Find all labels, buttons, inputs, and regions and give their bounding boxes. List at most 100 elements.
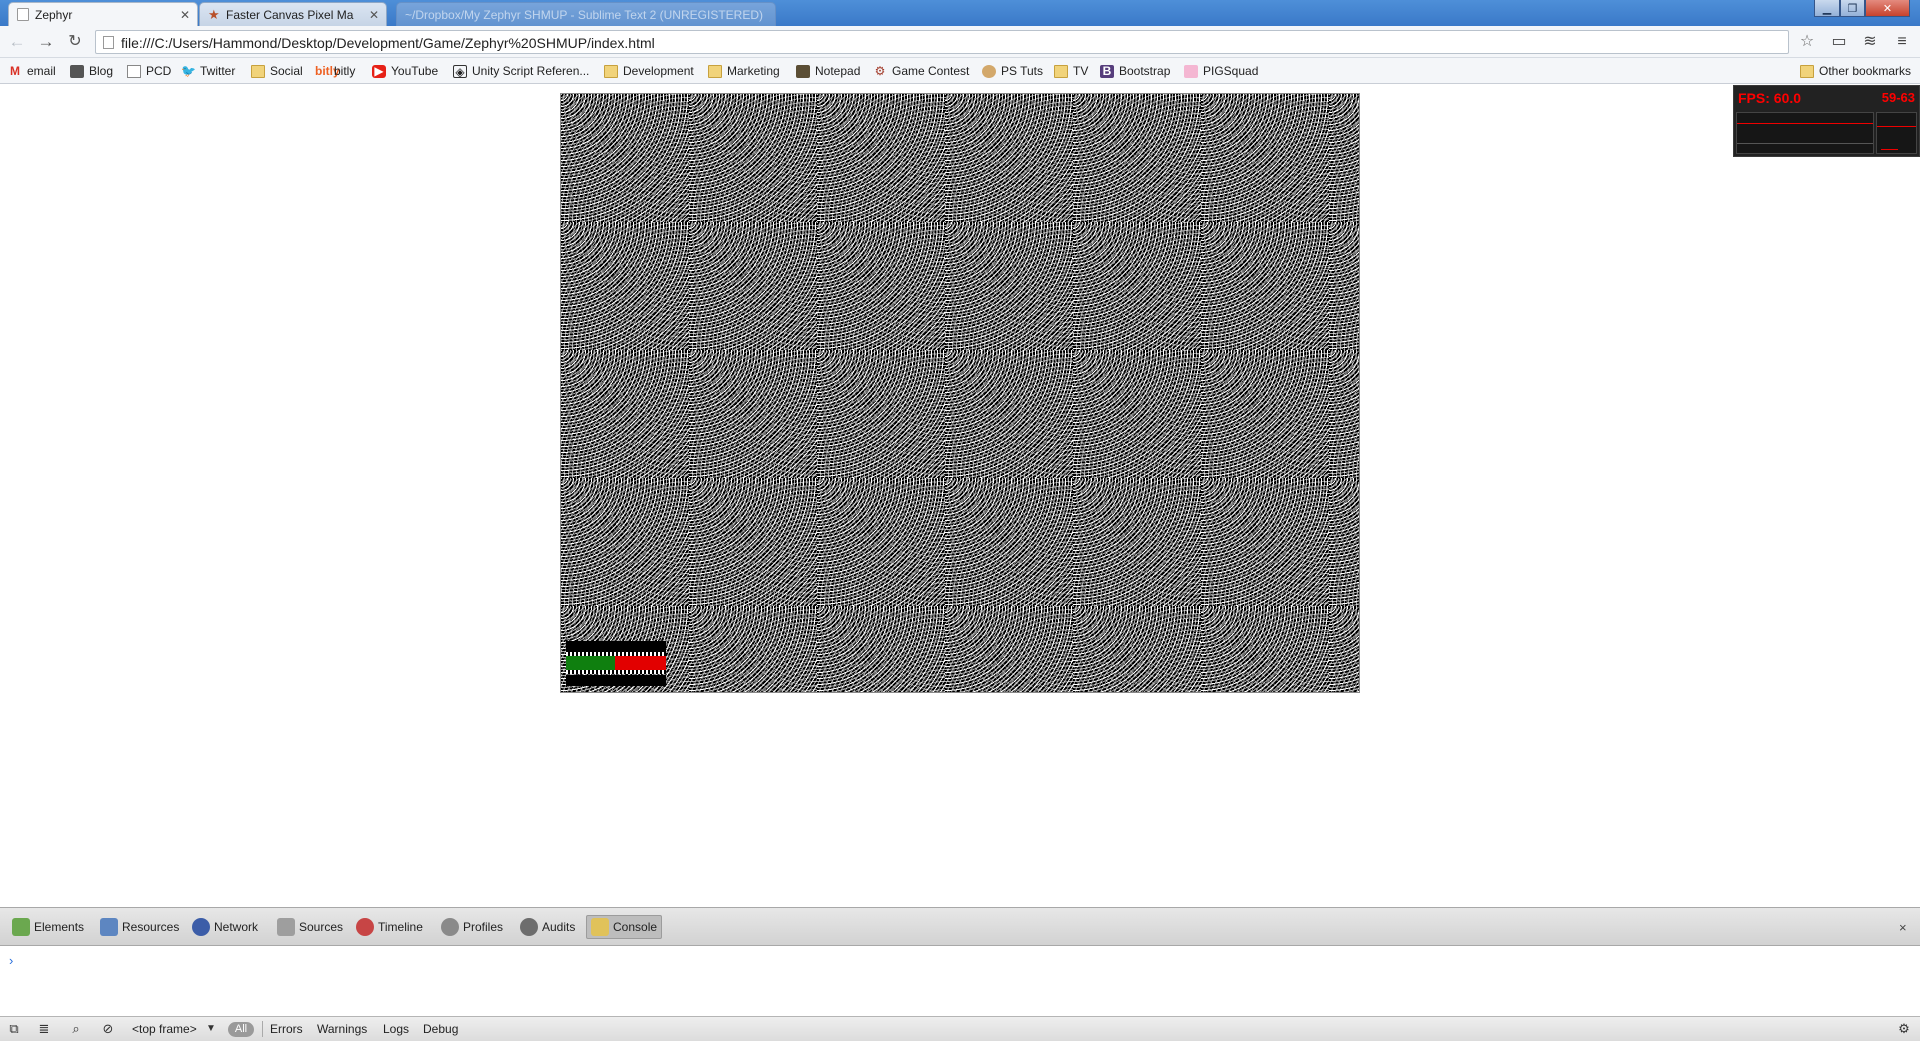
console-prompt[interactable]: › (9, 953, 13, 968)
settings-gear-icon[interactable]: ⚙ (1896, 1021, 1912, 1037)
folder-icon (251, 64, 265, 78)
notepad-icon (796, 64, 810, 78)
fps-line (1877, 126, 1916, 127)
background-tile (1329, 606, 1359, 692)
game-canvas[interactable] (560, 93, 1360, 693)
filter-errors-button[interactable]: Errors (270, 1022, 303, 1036)
window-close-button[interactable]: ✕ (1865, 0, 1910, 17)
devtools-tab-network[interactable]: Network (188, 915, 262, 939)
bookmark-youtube[interactable]: ▶ YouTube (372, 63, 438, 79)
dock-icon[interactable]: ⧉ (6, 1021, 22, 1037)
devtools-tab-timeline[interactable]: Timeline (352, 915, 427, 939)
bookmark-ps-tuts[interactable]: PS Tuts (982, 63, 1043, 79)
bookmark-pigsquad[interactable]: PIGSquad (1184, 63, 1258, 79)
bookmark-social[interactable]: Social (251, 63, 303, 79)
bookmark-game-contest[interactable]: ⚙ Game Contest (873, 63, 970, 79)
filter-all-button[interactable]: All (228, 1022, 254, 1037)
devtools-close-icon[interactable]: × (1899, 920, 1907, 935)
devtools-tab-sources[interactable]: Sources (273, 915, 347, 939)
bookmark-label: Blog (89, 64, 114, 78)
bookmark-other-bookmarks[interactable]: Other bookmarks (1800, 63, 1911, 79)
devtools-statusbar: ⧉ ≣ ⌕ ⊘ <top frame> ▼ All Errors Warning… (0, 1016, 1920, 1041)
forward-button[interactable]: → (36, 32, 56, 52)
devtools-tab-label: Resources (122, 920, 180, 934)
bookmark-label: Unity Script Referen... (472, 64, 590, 78)
bookmark-label: Twitter (200, 64, 236, 78)
show-drawer-icon[interactable]: ≣ (36, 1021, 52, 1037)
bookmark-label: bitly (334, 64, 356, 78)
unity-icon: ◈ (453, 64, 467, 78)
maximize-button[interactable]: ❐ (1840, 0, 1865, 17)
bookmark-unity[interactable]: ◈ Unity Script Referen... (453, 63, 589, 79)
bookmark-pcd[interactable]: PCD (127, 63, 171, 79)
bookmark-notepad[interactable]: Notepad (796, 63, 860, 79)
health-bar (566, 641, 666, 687)
url-text[interactable]: file:///C:/Users/Hammond/Desktop/Develop… (121, 35, 655, 51)
audits-icon (520, 918, 538, 936)
background-tile (945, 478, 1073, 606)
bookmark-development[interactable]: Development (604, 63, 694, 79)
devtools-tab-label: Profiles (463, 920, 504, 934)
resources-icon (100, 918, 118, 936)
bookmark-label: email (27, 64, 56, 78)
clear-console-icon[interactable]: ⊘ (100, 1021, 116, 1037)
devtools-tab-elements[interactable]: Elements (8, 915, 88, 939)
bookmark-label: Bootstrap (1119, 64, 1171, 78)
menu-icon[interactable]: ≡ (1893, 33, 1911, 51)
folder-icon (1054, 64, 1068, 78)
bookmark-twitter[interactable]: 🐦 Twitter (181, 63, 235, 79)
devtools-tab-console[interactable]: Console (586, 915, 663, 939)
filter-warnings-button[interactable]: Warnings (317, 1022, 367, 1036)
bookmark-label: YouTube (391, 64, 439, 78)
frame-select[interactable]: <top frame> (132, 1022, 197, 1036)
devtools-tab-label: Network (214, 920, 259, 934)
background-tile (1201, 222, 1329, 350)
bookmark-label: TV (1073, 64, 1089, 78)
gear-icon: ⚙ (874, 63, 886, 78)
hud-bar-bottom (566, 675, 666, 686)
tab-zephyr[interactable]: Zephyr ✕ (8, 2, 198, 26)
bookmark-label: PIGSquad (1203, 64, 1259, 78)
back-button[interactable]: ← (7, 32, 27, 52)
bookmark-bitly[interactable]: bitly bitly (315, 63, 355, 79)
bookmark-marketing[interactable]: Marketing (708, 63, 780, 79)
tab-faster-canvas[interactable]: ★ Faster Canvas Pixel Ma ✕ (199, 2, 387, 26)
background-tile (1201, 94, 1329, 222)
bookmark-blog[interactable]: Blog (70, 63, 113, 79)
layers-icon[interactable]: ≋ (1861, 33, 1879, 51)
close-icon[interactable]: ✕ (179, 9, 191, 21)
bookmark-label: Game Contest (892, 64, 970, 78)
divider (262, 1021, 263, 1037)
devtools-tab-profiles[interactable]: Profiles (437, 915, 507, 939)
background-tile (1073, 94, 1201, 222)
devtools-tab-resources[interactable]: Resources (96, 915, 183, 939)
minimize-button[interactable]: ▁ (1814, 0, 1840, 17)
reload-button[interactable]: ↻ (65, 32, 85, 52)
tab-sublime-text[interactable]: ~/Dropbox/My Zephyr SHMUP - Sublime Text… (396, 2, 776, 26)
filter-debug-button[interactable]: Debug (423, 1022, 458, 1036)
fps-meter: FPS: 60.0 59-63 (1733, 85, 1920, 157)
address-bar[interactable]: file:///C:/Users/Hammond/Desktop/Develop… (95, 30, 1789, 54)
background-tile (817, 222, 945, 350)
bookmark-label: Other bookmarks (1819, 64, 1912, 78)
bookmark-bootstrap[interactable]: B Bootstrap (1100, 63, 1170, 79)
bookmark-email[interactable]: Memail (8, 63, 56, 79)
console-output[interactable]: › (0, 946, 1920, 1016)
bookmark-star-icon[interactable]: ☆ (1798, 33, 1816, 51)
devtools-tab-label: Sources (299, 920, 344, 934)
gmail-icon: M (10, 63, 20, 78)
chevron-down-icon[interactable]: ▼ (203, 1021, 219, 1037)
timeline-icon (356, 918, 374, 936)
browser-toolbar: ← → ↻ file:///C:/Users/Hammond/Desktop/D… (0, 26, 1920, 58)
bookmark-label: PCD (146, 64, 172, 78)
bookmark-tv[interactable]: TV (1054, 63, 1088, 79)
search-icon[interactable]: ⌕ (68, 1021, 84, 1037)
fps-histogram (1876, 112, 1917, 154)
screen-icon[interactable]: ▭ (1830, 33, 1848, 51)
background-tile (689, 222, 817, 350)
page-icon (103, 36, 114, 49)
devtools-tab-audits[interactable]: Audits (516, 915, 579, 939)
background-tile (945, 94, 1073, 222)
close-icon[interactable]: ✕ (368, 9, 380, 21)
filter-logs-button[interactable]: Logs (383, 1022, 409, 1036)
